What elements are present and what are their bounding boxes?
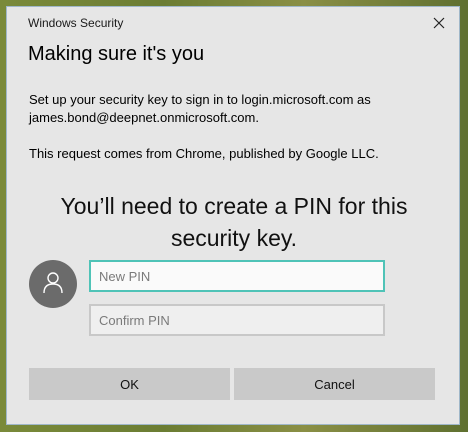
windows-security-dialog: Windows Security Making sure it's you Se… xyxy=(6,6,460,425)
window-title: Windows Security xyxy=(28,16,124,30)
avatar xyxy=(29,260,77,308)
cancel-button[interactable]: Cancel xyxy=(234,368,435,400)
description-block: Set up your security key to sign in to l… xyxy=(29,91,439,163)
dialog-heading: Making sure it's you xyxy=(28,43,205,65)
ok-button[interactable]: OK xyxy=(29,368,230,400)
confirm-pin-input[interactable] xyxy=(89,304,385,336)
request-source-text: This request comes from Chrome, publishe… xyxy=(29,146,379,161)
new-pin-input[interactable] xyxy=(89,260,385,292)
title-bar: Windows Security xyxy=(7,7,459,39)
pin-prompt: You’ll need to create a PIN for this sec… xyxy=(60,193,408,251)
user-icon xyxy=(40,269,66,300)
description-text: Set up your security key to sign in to l… xyxy=(29,92,371,125)
close-icon[interactable] xyxy=(429,13,449,33)
